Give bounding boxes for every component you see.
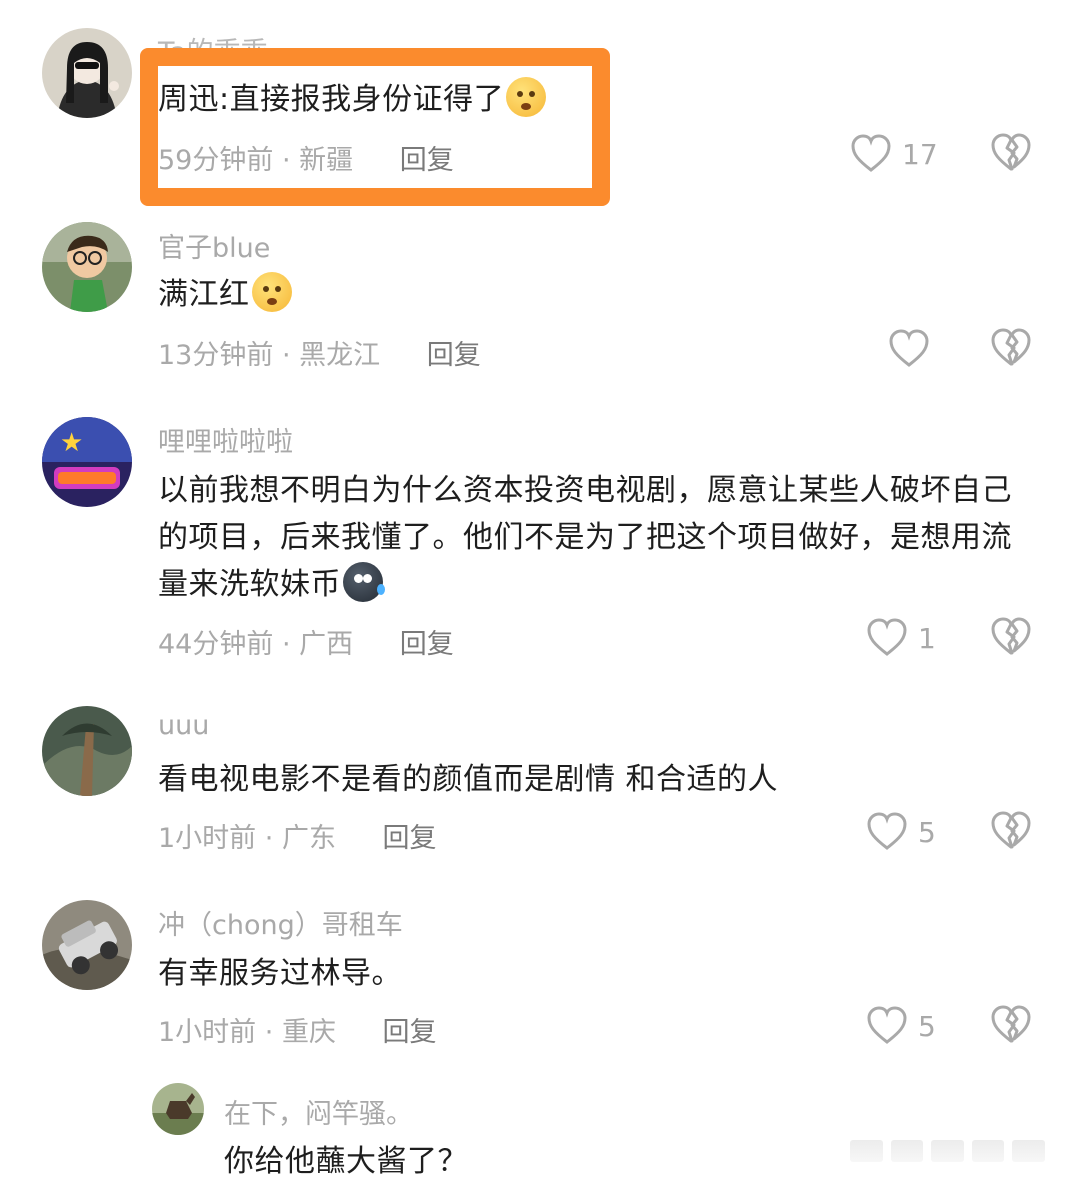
avatar[interactable]	[152, 1083, 204, 1135]
like-button[interactable]: 1	[866, 615, 936, 661]
heart-icon	[889, 329, 929, 367]
comment-meta: 13分钟前 · 黑龙江 回复	[158, 333, 481, 372]
comment-location: 广东	[281, 823, 336, 854]
highlight-box	[140, 48, 610, 206]
like-button[interactable]: 5	[866, 1003, 936, 1049]
comment-time: 44分钟前	[158, 629, 274, 660]
comment-meta: 1小时前 · 重庆 回复	[158, 1010, 437, 1049]
sweat-emoji	[343, 562, 385, 602]
watermark	[850, 1140, 1045, 1162]
heart-icon	[867, 618, 907, 656]
comment-time: 13分钟前	[158, 340, 274, 371]
comment-text: 满江红	[158, 271, 1028, 318]
comment-text: 你给他蘸大酱了？	[224, 1138, 844, 1185]
username[interactable]: uuu	[158, 710, 209, 741]
avatar[interactable]: ★	[42, 417, 132, 507]
like-count: 17	[902, 137, 938, 171]
reply-button[interactable]: 回复	[383, 823, 437, 854]
like-count: 5	[918, 815, 936, 849]
broken-heart-icon[interactable]	[990, 617, 1032, 657]
broken-heart-icon[interactable]	[990, 328, 1032, 368]
username[interactable]: 哩哩啦啦啦	[158, 420, 293, 459]
broken-heart-icon[interactable]	[990, 133, 1032, 173]
comment-text: 有幸服务过林导。	[158, 950, 1028, 997]
avatar[interactable]	[42, 222, 132, 312]
username[interactable]: 官子blue	[158, 226, 270, 265]
comment-text-content: 满江红	[158, 277, 250, 312]
heart-icon	[867, 812, 907, 850]
broken-heart-icon[interactable]	[990, 1005, 1032, 1045]
comment-text-content: 你给他蘸大酱了？	[224, 1144, 468, 1179]
like-count: 5	[918, 1009, 936, 1043]
meta-separator: ·	[281, 629, 300, 660]
comment-location: 广西	[299, 629, 354, 660]
reply-button[interactable]: 回复	[427, 340, 481, 371]
comment-time: 1小时前	[158, 1017, 257, 1048]
broken-heart-icon[interactable]	[990, 811, 1032, 851]
avatar[interactable]	[42, 900, 132, 990]
avatar[interactable]	[42, 706, 132, 796]
like-count: 1	[918, 621, 936, 655]
heart-icon	[867, 1006, 907, 1044]
svg-text:★: ★	[60, 428, 83, 458]
heart-icon	[851, 134, 891, 172]
meta-separator: ·	[264, 1017, 282, 1048]
comment-meta: 1小时前 · 广东 回复	[158, 816, 437, 855]
comment-text: 以前我想不明白为什么资本投资电视剧，愿意让某些人破坏自己的项目，后来我懂了。他们…	[158, 467, 1028, 608]
comment-text: 看电视电影不是看的颜值而是剧情 和合适的人	[158, 756, 1028, 803]
avatar[interactable]	[42, 28, 132, 118]
comment-meta: 44分钟前 · 广西 回复	[158, 622, 454, 661]
comment-text-content: 以前我想不明白为什么资本投资电视剧，愿意让某些人破坏自己的项目，后来我懂了。他们…	[158, 473, 1012, 602]
comment-text-content: 有幸服务过林导。	[158, 956, 402, 991]
like-button[interactable]: 5	[866, 809, 936, 855]
comment-location: 黑龙江	[299, 340, 381, 371]
meta-separator: ·	[281, 340, 300, 371]
like-button[interactable]: 17	[850, 131, 938, 177]
username[interactable]: 在下，闷竿骚。	[224, 1092, 413, 1131]
comment-text-content: 看电视电影不是看的颜值而是剧情 和合适的人	[158, 762, 779, 797]
username[interactable]: 冲（chong）哥租车	[158, 903, 403, 942]
like-button[interactable]	[888, 326, 930, 372]
comment-time: 1小时前	[158, 823, 257, 854]
meta-separator: ·	[264, 823, 282, 854]
smirk-emoji	[251, 272, 292, 312]
comment-location: 重庆	[281, 1017, 336, 1048]
reply-button[interactable]: 回复	[383, 1017, 437, 1048]
reply-button[interactable]: 回复	[400, 629, 454, 660]
